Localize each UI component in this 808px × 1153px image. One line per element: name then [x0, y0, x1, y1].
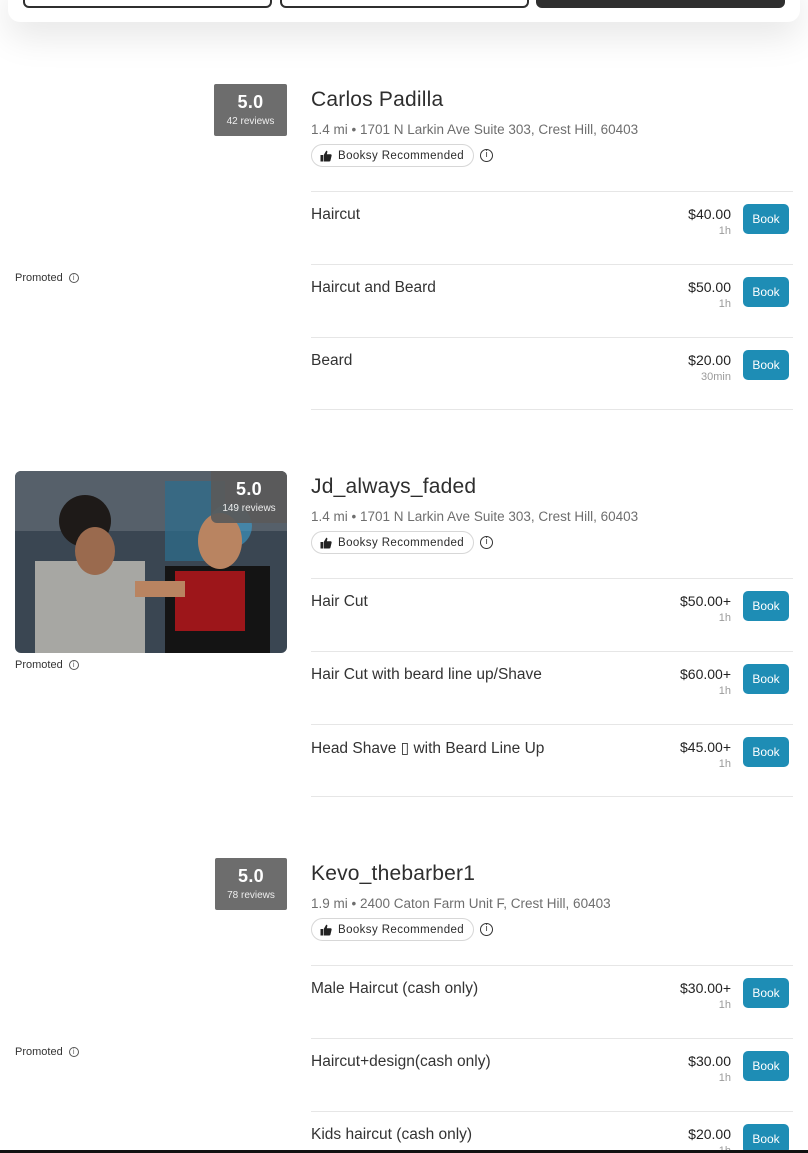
- service-name: Haircut: [311, 206, 361, 223]
- service-price: $30.00: [688, 1053, 731, 1069]
- thumbs-up-icon: [320, 537, 332, 548]
- thumbs-up-icon: [320, 150, 332, 161]
- promoted-label: Promoted i: [15, 1046, 79, 1058]
- badge-label: Booksy Recommended: [338, 923, 465, 936]
- service-price: $20.00: [688, 352, 731, 368]
- service-duration: 1h: [718, 685, 731, 697]
- service-price: $20.00: [688, 1126, 731, 1142]
- info-icon[interactable]: i: [68, 273, 79, 283]
- service-item: Hair Cut $50.00+ 1h Book: [311, 578, 793, 651]
- promoted-label: Promoted i: [15, 272, 79, 284]
- business-info: Carlos Padilla 1.4 mi • 1701 N Larkin Av…: [311, 88, 793, 167]
- promoted-label: Promoted i: [15, 659, 79, 671]
- service-item: Beard $20.00 30min Book: [311, 337, 793, 410]
- service-duration: 1h: [718, 225, 731, 237]
- service-item: Haircut and Beard $50.00 1h Book: [311, 264, 793, 337]
- review-count: 42 reviews: [226, 116, 275, 127]
- service-list: Haircut $40.00 1h Book Haircut and Beard…: [311, 191, 793, 410]
- search-button[interactable]: [536, 0, 785, 8]
- rating-score: 5.0: [237, 92, 264, 112]
- info-icon[interactable]: i: [480, 536, 494, 549]
- book-button[interactable]: Book: [743, 1051, 789, 1081]
- business-address: 1.4 mi • 1701 N Larkin Ave Suite 303, Cr…: [311, 509, 639, 524]
- rating-score: 5.0: [238, 866, 264, 886]
- thumbs-up-icon: [320, 924, 332, 935]
- service-item: Male Haircut (cash only) $30.00+ 1h Book: [311, 965, 793, 1038]
- rating-badge: 5.0 42 reviews: [214, 84, 287, 136]
- recommended-badge: Booksy Recommended: [311, 531, 475, 554]
- rating-badge: 5.0 78 reviews: [215, 858, 287, 910]
- service-item: Head Shave ▯ with Beard Line Up $45.00+ …: [311, 724, 793, 797]
- business-info: Kevo_thebarber1 1.9 mi • 2400 Caton Farm…: [311, 862, 793, 941]
- service-item: Kids haircut (cash only) $20.00 1h Book: [311, 1111, 793, 1153]
- service-price: $40.00: [688, 206, 731, 222]
- service-name: Haircut+design(cash only): [311, 1053, 491, 1070]
- service-duration: 1h: [718, 999, 731, 1011]
- info-icon[interactable]: i: [68, 660, 79, 670]
- location-input[interactable]: [280, 0, 529, 8]
- service-list: Male Haircut (cash only) $30.00+ 1h Book…: [311, 965, 793, 1153]
- service-price: $30.00+: [680, 980, 731, 996]
- book-button[interactable]: Book: [743, 664, 789, 694]
- search-bar: [8, 0, 800, 22]
- rating-badge: 5.0 149 reviews: [211, 471, 287, 523]
- service-name: Haircut and Beard: [311, 279, 436, 296]
- book-button[interactable]: Book: [743, 737, 789, 767]
- service-name: Beard: [311, 352, 353, 369]
- service-duration: 1h: [718, 612, 731, 624]
- service-price: $50.00+: [680, 593, 731, 609]
- service-item: Haircut $40.00 1h Book: [311, 191, 793, 264]
- service-name: Head Shave ▯ with Beard Line Up: [311, 740, 545, 757]
- service-name: Male Haircut (cash only): [311, 980, 479, 997]
- recommended-badge: Booksy Recommended: [311, 918, 475, 941]
- business-name[interactable]: Carlos Padilla: [311, 88, 793, 112]
- rating-score: 5.0: [236, 479, 262, 499]
- service-item: Hair Cut with beard line up/Shave $60.00…: [311, 651, 793, 724]
- book-button[interactable]: Book: [743, 277, 789, 307]
- business-name[interactable]: Jd_always_faded: [311, 475, 793, 499]
- badge-label: Booksy Recommended: [338, 149, 465, 162]
- review-count: 149 reviews: [222, 503, 276, 514]
- book-button[interactable]: Book: [743, 978, 789, 1008]
- service-name: Hair Cut with beard line up/Shave: [311, 666, 542, 683]
- info-icon[interactable]: i: [480, 149, 494, 162]
- book-button[interactable]: Book: [743, 591, 789, 621]
- business-address: 1.4 mi • 1701 N Larkin Ave Suite 303, Cr…: [311, 122, 639, 137]
- business-info: Jd_always_faded 1.4 mi • 1701 N Larkin A…: [311, 475, 793, 554]
- service-name: Hair Cut: [311, 593, 368, 610]
- service-duration: 1h: [718, 758, 731, 770]
- service-price: $45.00+: [680, 739, 731, 755]
- book-button[interactable]: Book: [743, 350, 789, 380]
- badge-label: Booksy Recommended: [338, 536, 465, 549]
- book-button[interactable]: Book: [743, 204, 789, 234]
- business-address: 1.9 mi • 2400 Caton Farm Unit F, Crest H…: [311, 896, 611, 911]
- info-icon[interactable]: i: [480, 923, 494, 936]
- review-count: 78 reviews: [227, 890, 275, 901]
- service-name: Kids haircut (cash only): [311, 1126, 473, 1143]
- service-list: Hair Cut $50.00+ 1h Book Hair Cut with b…: [311, 578, 793, 797]
- business-name[interactable]: Kevo_thebarber1: [311, 862, 793, 886]
- service-item: Haircut+design(cash only) $30.00 1h Book: [311, 1038, 793, 1111]
- service-duration: 30min: [701, 371, 731, 383]
- service-search-input[interactable]: [23, 0, 272, 8]
- service-price: $50.00: [688, 279, 731, 295]
- service-price: $60.00+: [680, 666, 731, 682]
- book-button[interactable]: Book: [743, 1124, 789, 1153]
- service-duration: 1h: [718, 298, 731, 310]
- info-icon[interactable]: i: [68, 1047, 79, 1057]
- service-duration: 1h: [718, 1072, 731, 1084]
- recommended-badge: Booksy Recommended: [311, 144, 475, 167]
